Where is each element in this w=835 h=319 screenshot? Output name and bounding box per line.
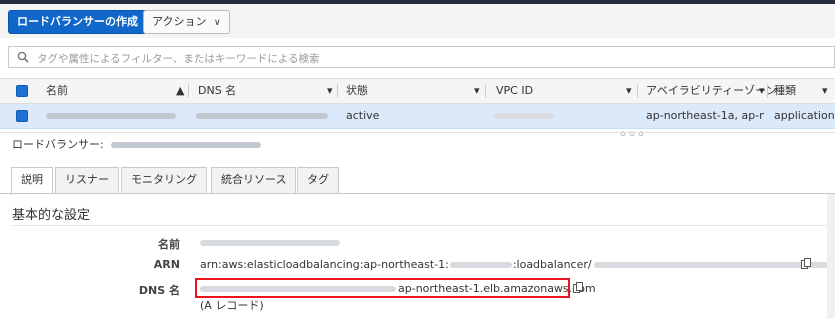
column-header-availability-zones[interactable]: アベイラビリティーゾーン: [646, 79, 777, 103]
dns-name-label: DNS 名: [138, 284, 180, 297]
row-type: application: [774, 109, 835, 122]
row-checkbox[interactable]: [16, 110, 28, 122]
row-availability-zones: ap-northeast-1a, ap-nor...: [646, 109, 764, 122]
panel-scrollbar[interactable]: [827, 194, 835, 319]
tab-listeners[interactable]: リスナー: [55, 167, 119, 193]
column-header-state[interactable]: 状態: [346, 79, 368, 103]
search-icon: [17, 51, 29, 63]
column-header-vpc-id[interactable]: VPC ID: [496, 79, 533, 103]
row-dns-name-redacted: [196, 104, 334, 128]
column-divider[interactable]: [485, 84, 486, 98]
select-all-checkbox[interactable]: [16, 85, 28, 97]
chevron-down-icon: ∨: [213, 18, 221, 28]
arn-prefix: arn:aws:elasticloadbalancing:ap-northeas…: [200, 258, 449, 271]
tab-monitoring[interactable]: モニタリング: [121, 167, 207, 193]
panel-resize-grip[interactable]: ｏｏｏ: [619, 128, 646, 139]
chevron-down-icon[interactable]: ▾: [759, 79, 765, 103]
sort-asc-icon[interactable]: ▲: [176, 79, 184, 103]
search-input[interactable]: タグや属性によるフィルター、またはキーワードによる検索: [8, 46, 835, 68]
panel-splitter[interactable]: [0, 132, 835, 133]
column-header-name[interactable]: 名前: [46, 79, 68, 103]
actions-label: アクション: [152, 15, 207, 28]
column-header-dns-name[interactable]: DNS 名: [198, 79, 236, 103]
row-vpc-id-redacted: [494, 104, 614, 128]
dns-record-note: (A レコード): [200, 299, 264, 312]
row-name-redacted: [46, 104, 181, 128]
dns-highlight-box: [195, 278, 570, 298]
chevron-down-icon[interactable]: ▾: [822, 79, 828, 103]
arn-value: arn:aws:elasticloadbalancing:ap-northeas…: [200, 258, 834, 271]
column-divider[interactable]: [767, 84, 768, 98]
column-divider[interactable]: [637, 84, 638, 98]
row-state: active: [346, 109, 380, 122]
selected-load-balancer: ロードバランサー:: [12, 137, 262, 153]
column-divider[interactable]: [337, 84, 338, 98]
selected-lb-prefix: ロードバランサー:: [12, 138, 104, 151]
search-placeholder: タグや属性によるフィルター、またはキーワードによる検索: [37, 53, 320, 65]
column-header-type[interactable]: 種類: [774, 79, 796, 103]
section-divider: [12, 225, 835, 226]
actions-dropdown-button[interactable]: アクション ∨: [143, 10, 230, 34]
description-panel: [12, 194, 835, 319]
copy-icon[interactable]: [573, 282, 583, 293]
selected-lb-name-redacted: [111, 142, 262, 148]
tab-tags[interactable]: タグ: [297, 167, 339, 193]
create-load-balancer-button[interactable]: ロードバランサーの作成: [8, 10, 147, 34]
chevron-down-icon[interactable]: ▾: [327, 79, 333, 103]
arn-middle: :loadbalancer/: [512, 258, 592, 271]
table-header: 名前 ▲ DNS 名 ▾ 状態 ▾ VPC ID ▾ アベイラビリティーゾーン …: [0, 78, 835, 104]
arn-label: ARN: [153, 258, 180, 271]
arn-account-redacted: [449, 262, 512, 268]
chevron-down-icon[interactable]: ▾: [474, 79, 480, 103]
column-divider[interactable]: [188, 84, 189, 98]
tab-integrated-resources[interactable]: 統合リソース: [211, 167, 297, 193]
tab-description[interactable]: 説明: [11, 167, 53, 195]
arn-resource-redacted: [593, 262, 834, 268]
section-title: 基本的な設定: [12, 208, 91, 223]
name-label: 名前: [158, 238, 180, 251]
name-value-redacted: [200, 236, 340, 249]
copy-icon[interactable]: [801, 258, 811, 269]
table-row[interactable]: active ap-northeast-1a, ap-nor... applic…: [0, 104, 835, 129]
chevron-down-icon[interactable]: ▾: [626, 79, 632, 103]
toolbar: ロードバランサーの作成 アクション ∨: [0, 4, 835, 38]
